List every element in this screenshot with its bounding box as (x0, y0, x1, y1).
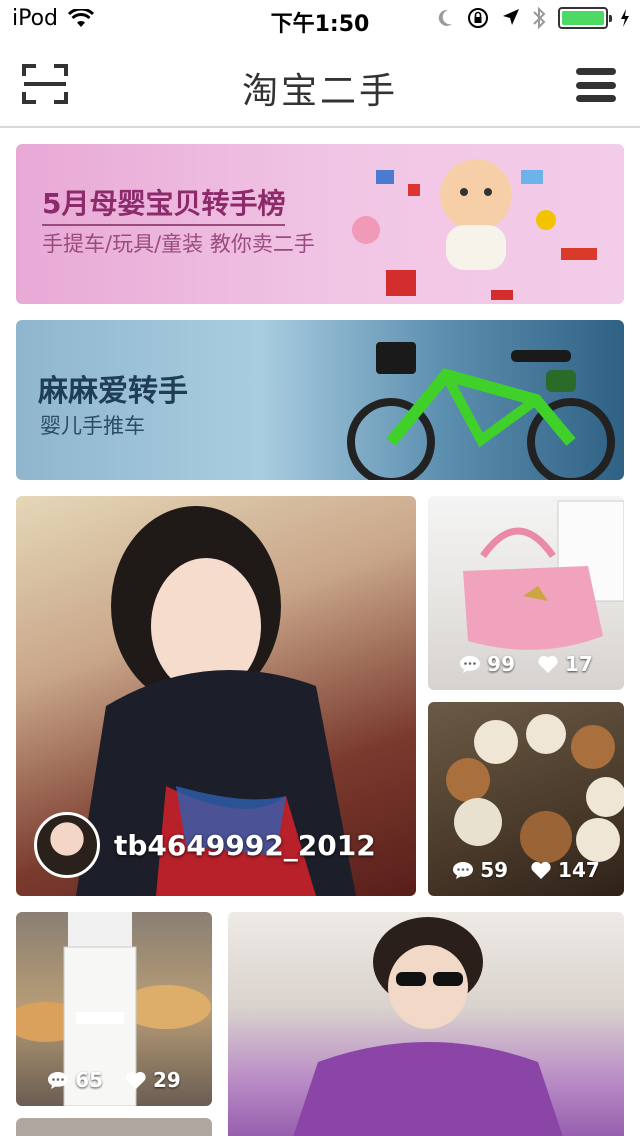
status-bar: iPod 下午1:50 (0, 0, 640, 40)
menu-icon[interactable] (576, 68, 616, 102)
heart-icon (538, 655, 558, 673)
comment-count: 59 (480, 858, 509, 882)
menu-bar (576, 95, 616, 102)
feed-card-sweater[interactable] (228, 912, 624, 1136)
battery-fill (562, 11, 604, 25)
feed-card-bracelet[interactable]: 59 147 (428, 702, 624, 896)
avatar[interactable] (34, 812, 100, 878)
like-stat[interactable]: 29 (125, 1068, 181, 1092)
heart-icon (126, 1071, 146, 1089)
comment-stat[interactable]: 65 (47, 1068, 103, 1092)
like-count: 29 (153, 1068, 181, 1092)
menu-bar (576, 68, 616, 75)
comment-count: 65 (75, 1068, 103, 1092)
menu-bar (576, 81, 616, 89)
banner-title: 麻麻爱转手 (38, 374, 188, 409)
bluetooth-icon (533, 6, 546, 30)
banner-stroller[interactable]: 麻麻爱转手 婴儿手推车 (16, 320, 624, 480)
feed-card-featured[interactable]: tb4649992_2012 (16, 496, 416, 896)
battery-icon (558, 7, 612, 29)
like-count: 17 (565, 652, 593, 676)
like-stat[interactable]: 147 (530, 858, 600, 882)
like-stat[interactable]: 17 (537, 652, 593, 676)
feed-card-partial[interactable] (16, 1118, 212, 1136)
comment-icon (48, 1072, 69, 1089)
comment-icon (453, 862, 474, 879)
page-title: 淘宝二手 (241, 71, 398, 112)
comment-count: 99 (487, 652, 515, 676)
like-count: 147 (558, 858, 600, 882)
moon-icon (438, 9, 452, 26)
rotation-lock-icon (468, 8, 488, 28)
card-stats: 65 29 (16, 1068, 212, 1092)
comment-stat[interactable]: 59 (452, 858, 508, 882)
banner-maternity-ranking[interactable]: 5月母婴宝贝转手榜 手提车/玩具/童装 教你卖二手 (16, 144, 624, 304)
status-right (436, 6, 630, 30)
banner-subtitle: 婴儿手推车 (40, 414, 145, 438)
user-row[interactable]: tb4649992_2012 (34, 812, 376, 878)
feed-card-handbag[interactable]: 99 17 (428, 496, 624, 690)
banner-subtitle: 手提车/玩具/童装 教你卖二手 (42, 232, 315, 256)
heart-icon (531, 861, 551, 879)
username[interactable]: tb4649992_2012 (114, 829, 376, 862)
card-stats: 99 17 (428, 652, 624, 676)
card-stats: 59 147 (428, 858, 624, 882)
baby-toys-illustration (352, 159, 597, 300)
comment-stat[interactable]: 99 (459, 652, 515, 676)
banner-title: 5月母婴宝贝转手榜 (42, 182, 286, 226)
nav-bar: 淘宝二手 (0, 40, 640, 128)
purple-sweater-photo (293, 917, 563, 1136)
location-icon (503, 9, 519, 25)
charging-icon (621, 9, 629, 27)
feed-card-cosmetics[interactable]: 65 29 (16, 912, 212, 1106)
green-bicycle-illustration (347, 342, 615, 480)
comment-icon (460, 656, 481, 673)
